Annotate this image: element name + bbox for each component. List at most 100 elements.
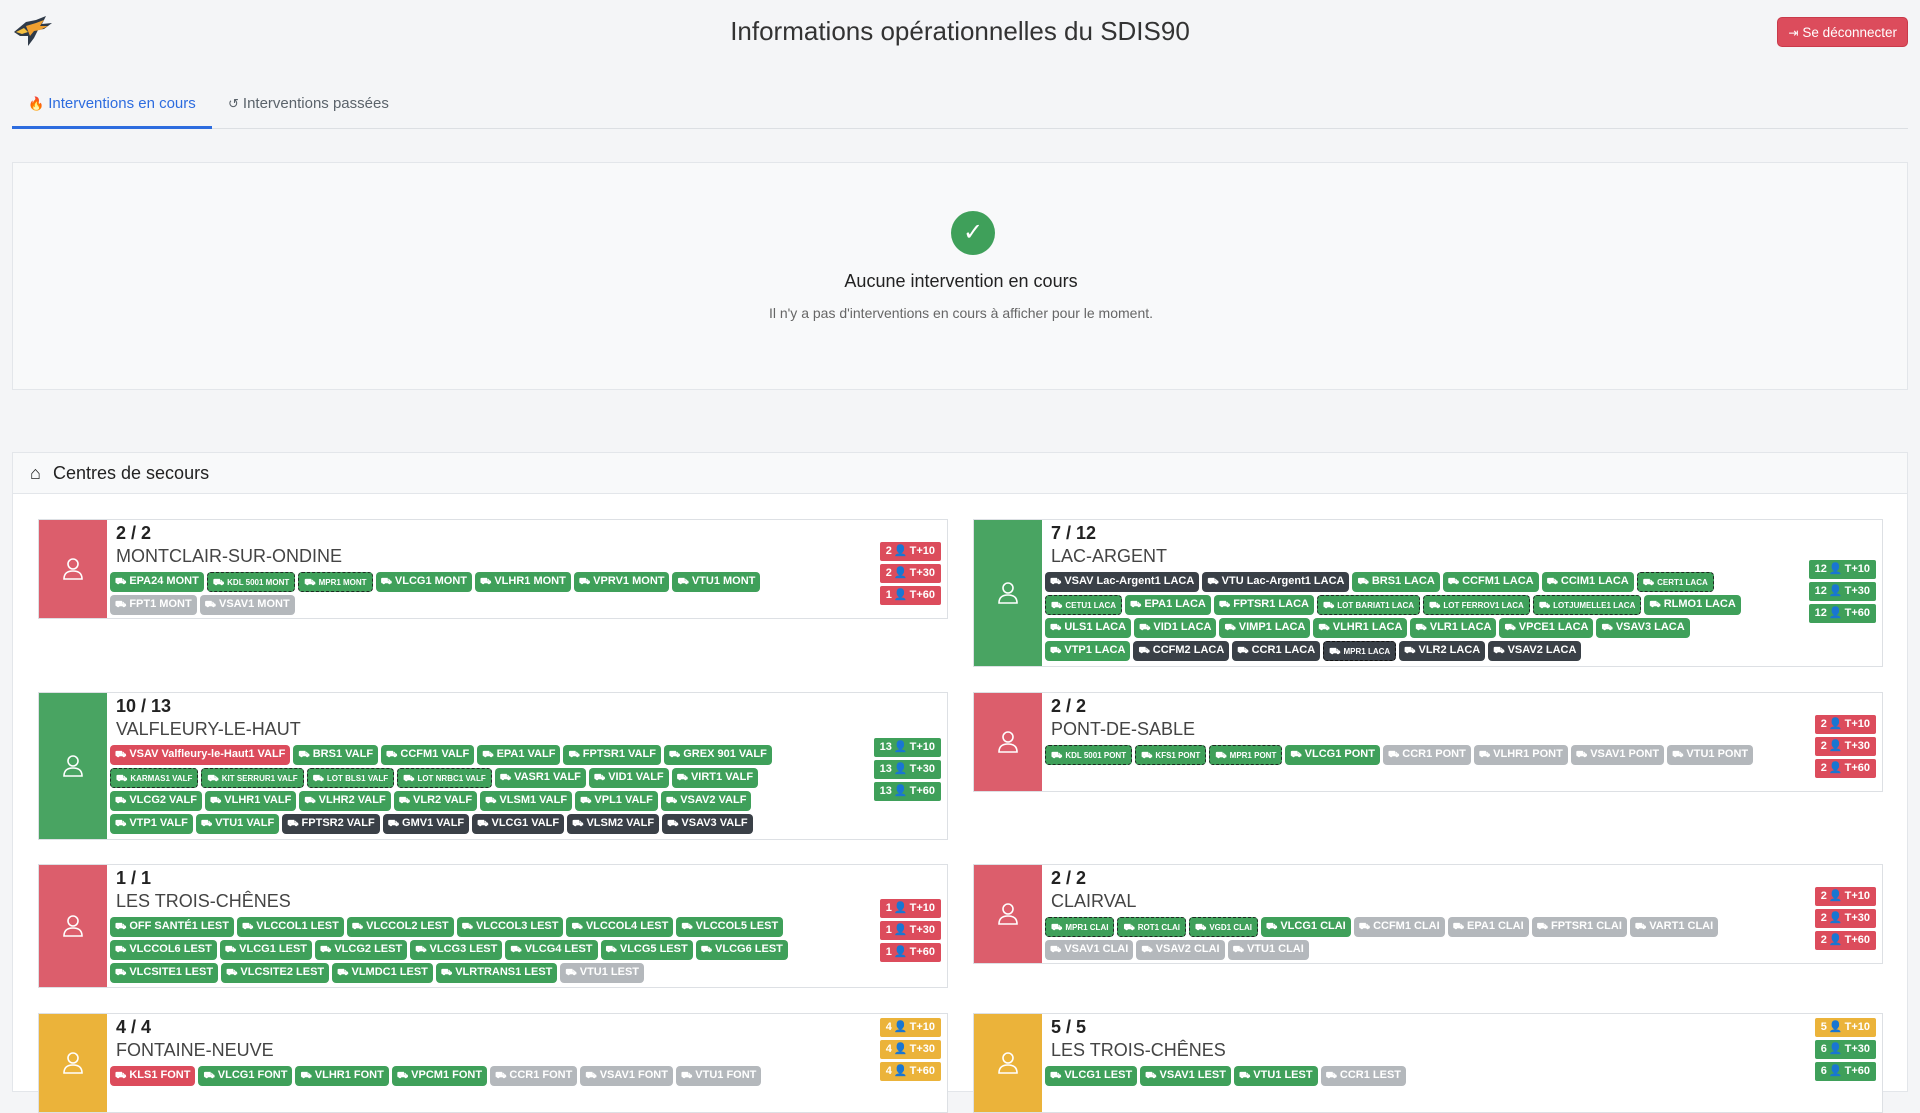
centre-card[interactable]: 7 / 12 LAC-ARGENT ⛟ VSAV Lac-Argent1 LACA ⛟ V… <box>973 519 1883 667</box>
vehicle-badge[interactable]: ⛟ VTU1 LEST <box>560 963 645 983</box>
tab-interventions-passees[interactable]: ↺ Interventions passées <box>212 84 405 129</box>
vehicle-badge[interactable]: ⛟ LOTJUMELLE1 LACA <box>1532 595 1642 615</box>
vehicle-badge[interactable]: ⛟ VLSM1 VALF <box>480 791 573 811</box>
vehicle-badge[interactable]: ⛟ LOT FERROV1 LACA <box>1423 595 1530 615</box>
vehicle-badge[interactable]: ⛟ VSAV Valfleury-le-Haut1 VALF <box>110 745 291 765</box>
vehicle-badge[interactable]: ⛟ VSAV2 VALF <box>660 791 752 811</box>
vehicle-badge[interactable]: ⛟ MPR1 MONT <box>298 572 373 592</box>
centre-card[interactable]: 5 / 5 LES TROIS-CHÊNES ⛟ VLCG1 LEST ⛟ VSAV1 L… <box>973 1013 1883 1113</box>
centre-card[interactable]: 10 / 13 VALFLEURY-LE-HAUT ⛟ VSAV Valfleury-… <box>38 692 948 840</box>
vehicle-badge[interactable]: ⛟ VLR1 LACA <box>1410 618 1497 638</box>
vehicle-badge[interactable]: ⛟ FPTSR2 VALF <box>282 814 380 834</box>
vehicle-badge[interactable]: ⛟ VSAV1 FONT <box>580 1066 673 1086</box>
vehicle-badge[interactable]: ⛟ CCR1 FONT <box>490 1066 578 1086</box>
vehicle-badge[interactable]: ⛟ VSAV3 LACA <box>1596 618 1690 638</box>
vehicle-badge[interactable]: ⛟ GREX 901 VALF <box>663 745 772 765</box>
vehicle-badge[interactable]: ⛟ VTP1 VALF <box>110 814 193 834</box>
vehicle-badge[interactable]: ⛟ VLCCOL3 LEST <box>456 917 564 937</box>
vehicle-badge[interactable]: ⛟ VLHR1 PONT <box>1473 745 1568 765</box>
vehicle-badge[interactable]: ⛟ CCFM1 LACA <box>1442 572 1539 592</box>
vehicle-badge[interactable]: ⛟ VTU1 VALF <box>195 814 280 834</box>
vehicle-badge[interactable]: ⛟ CCFM1 CLAI <box>1353 917 1445 937</box>
vehicle-badge[interactable]: ⛟ FPTSR1 VALF <box>563 745 661 765</box>
vehicle-badge[interactable]: ⛟ VLRTRANS1 LEST <box>435 963 558 983</box>
vehicle-badge[interactable]: ⛟ KLS1 FONT <box>110 1066 196 1086</box>
vehicle-badge[interactable]: ⛟ VSAV1 CLAI <box>1045 940 1134 960</box>
vehicle-badge[interactable]: ⛟ VLHR1 MONT <box>475 572 571 592</box>
vehicle-badge[interactable]: ⛟ VID1 LACA <box>1134 618 1217 638</box>
vehicle-badge[interactable]: ⛟ VLR2 LACA <box>1399 641 1486 661</box>
logout-button[interactable]: ⇥ Se déconnecter <box>1777 17 1908 47</box>
vehicle-badge[interactable]: ⛟ MPR1 PONT <box>1209 745 1283 765</box>
vehicle-badge[interactable]: ⛟ VID1 VALF <box>588 768 669 788</box>
vehicle-badge[interactable]: ⛟ CCR1 PONT <box>1382 745 1471 765</box>
vehicle-badge[interactable]: ⛟ VPRV1 MONT <box>573 572 670 592</box>
vehicle-badge[interactable]: ⛟ KFS1 PONT <box>1135 745 1207 765</box>
vehicle-badge[interactable]: ⛟ VLCG3 LEST <box>410 940 503 960</box>
vehicle-badge[interactable]: ⛟ VLCSITE2 LEST <box>221 963 330 983</box>
centre-card[interactable]: 4 / 4 FONTAINE-NEUVE ⛟ KLS1 FONT ⛟ VLCG1 FONT… <box>38 1013 948 1113</box>
vehicle-badge[interactable]: ⛟ LOT BLS1 VALF <box>306 768 395 788</box>
vehicle-badge[interactable]: ⛟ VSAV2 LACA <box>1488 641 1582 661</box>
vehicle-badge[interactable]: ⛟ FPT1 MONT <box>110 595 197 615</box>
vehicle-badge[interactable]: ⛟ VGD1 CLAI <box>1189 917 1259 937</box>
vehicle-badge[interactable]: ⛟ VSAV Lac-Argent1 LACA <box>1045 572 1200 592</box>
vehicle-badge[interactable]: ⛟ VLMDC1 LEST <box>332 963 433 983</box>
vehicle-badge[interactable]: ⛟ VLCG1 MONT <box>375 572 473 592</box>
centre-card[interactable]: 1 / 1 LES TROIS-CHÊNES ⛟ OFF SANTÉ1 LEST ⛟ VL… <box>38 864 948 988</box>
vehicle-badge[interactable]: ⛟ VLCG6 LEST <box>695 940 788 960</box>
vehicle-badge[interactable]: ⛟ VTU1 MONT <box>672 572 761 592</box>
vehicle-badge[interactable]: ⛟ VTU1 CLAI <box>1227 940 1309 960</box>
vehicle-badge[interactable]: ⛟ EPA1 LACA <box>1125 595 1211 615</box>
vehicle-badge[interactable]: ⛟ KIT SERRUR1 VALF <box>201 768 304 788</box>
vehicle-badge[interactable]: ⛟ VLCCOL1 LEST <box>236 917 344 937</box>
vehicle-badge[interactable]: ⛟ VTP1 LACA <box>1045 641 1131 661</box>
vehicle-badge[interactable]: ⛟ VIRT1 VALF <box>671 768 759 788</box>
tab-interventions-en-cours[interactable]: 🔥 Interventions en cours <box>12 84 212 129</box>
centre-card[interactable]: 2 / 2 CLAIRVAL ⛟ MPR1 CLAI ⛟ ROT1 CLAI ⛟ VGD1 C… <box>973 864 1883 964</box>
vehicle-badge[interactable]: ⛟ VSAV1 MONT <box>199 595 295 615</box>
vehicle-badge[interactable]: ⛟ CCFM1 VALF <box>381 745 475 765</box>
vehicle-badge[interactable]: ⛟ FPTSR1 CLAI <box>1531 917 1627 937</box>
vehicle-badge[interactable]: ⛟ VLCG1 CLAI <box>1261 917 1351 937</box>
vehicle-badge[interactable]: ⛟ VLCG4 LEST <box>505 940 598 960</box>
vehicle-badge[interactable]: ⛟ VLCG1 VALF <box>472 814 565 834</box>
vehicle-badge[interactable]: ⛟ KDL 5001 MONT <box>206 572 296 592</box>
vehicle-badge[interactable]: ⛟ ROT1 CLAI <box>1117 917 1187 937</box>
centre-card[interactable]: 2 / 2 MONTCLAIR-SUR-ONDINE ⛟ EPA24 MONT ⛟ KDL… <box>38 519 948 619</box>
vehicle-badge[interactable]: ⛟ BRS1 LACA <box>1352 572 1440 592</box>
vehicle-badge[interactable]: ⛟ VIMP1 LACA <box>1219 618 1311 638</box>
vehicle-badge[interactable]: ⛟ FPTSR1 LACA <box>1213 595 1314 615</box>
vehicle-badge[interactable]: ⛟ VLR2 VALF <box>393 791 478 811</box>
vehicle-badge[interactable]: ⛟ VLCCOL2 LEST <box>346 917 454 937</box>
vehicle-badge[interactable]: ⛟ VTU1 PONT <box>1667 745 1754 765</box>
vehicle-badge[interactable]: ⛟ EPA1 CLAI <box>1447 917 1529 937</box>
vehicle-badge[interactable]: ⛟ MPR1 LACA <box>1323 641 1397 661</box>
vehicle-badge[interactable]: ⛟ VASR1 VALF <box>494 768 586 788</box>
vehicle-badge[interactable]: ⛟ EPA1 VALF <box>477 745 561 765</box>
vehicle-badge[interactable]: ⛟ VLCG1 FONT <box>198 1066 293 1086</box>
vehicle-badge[interactable]: ⛟ VTU Lac-Argent1 LACA <box>1202 572 1350 592</box>
vehicle-badge[interactable]: ⛟ VPL1 VALF <box>575 791 658 811</box>
vehicle-badge[interactable]: ⛟ OFF SANTÉ1 LEST <box>110 917 234 937</box>
vehicle-badge[interactable]: ⛟ VLHR1 VALF <box>204 791 297 811</box>
vehicle-badge[interactable]: ⛟ VPCE1 LACA <box>1499 618 1594 638</box>
vehicle-badge[interactable]: ⛟ VSAV1 LEST <box>1140 1066 1231 1086</box>
vehicle-badge[interactable]: ⛟ VTU1 FONT <box>675 1066 762 1086</box>
vehicle-badge[interactable]: ⛟ VLCG1 LEST <box>1045 1066 1138 1086</box>
vehicle-badge[interactable]: ⛟ VTU1 LEST <box>1233 1066 1318 1086</box>
vehicle-badge[interactable]: ⛟ VLCG1 PONT <box>1285 745 1380 765</box>
vehicle-badge[interactable]: ⛟ VSAV2 CLAI <box>1136 940 1225 960</box>
vehicle-badge[interactable]: ⛟ VLCG2 VALF <box>110 791 202 811</box>
vehicle-badge[interactable]: ⛟ CETU1 LACA <box>1045 595 1122 615</box>
vehicle-badge[interactable]: ⛟ VLCCOL6 LEST <box>110 940 217 960</box>
vehicle-badge[interactable]: ⛟ VLCCOL4 LEST <box>566 917 674 937</box>
vehicle-badge[interactable]: ⛟ VSAV1 PONT <box>1570 745 1665 765</box>
vehicle-badge[interactable]: ⛟ KDL 5001 PONT <box>1045 745 1133 765</box>
vehicle-badge[interactable]: ⛟ RLMO1 LACA <box>1644 595 1741 615</box>
vehicle-badge[interactable]: ⛟ VLHR2 VALF <box>299 791 391 811</box>
vehicle-badge[interactable]: ⛟ MPR1 CLAI <box>1045 917 1115 937</box>
vehicle-badge[interactable]: ⛟ VSAV3 VALF <box>662 814 753 834</box>
vehicle-badge[interactable]: ⛟ EPA24 MONT <box>110 572 204 592</box>
centre-card[interactable]: 2 / 2 PONT-DE-SABLE ⛟ KDL 5001 PONT ⛟ KFS1 PO… <box>973 692 1883 792</box>
